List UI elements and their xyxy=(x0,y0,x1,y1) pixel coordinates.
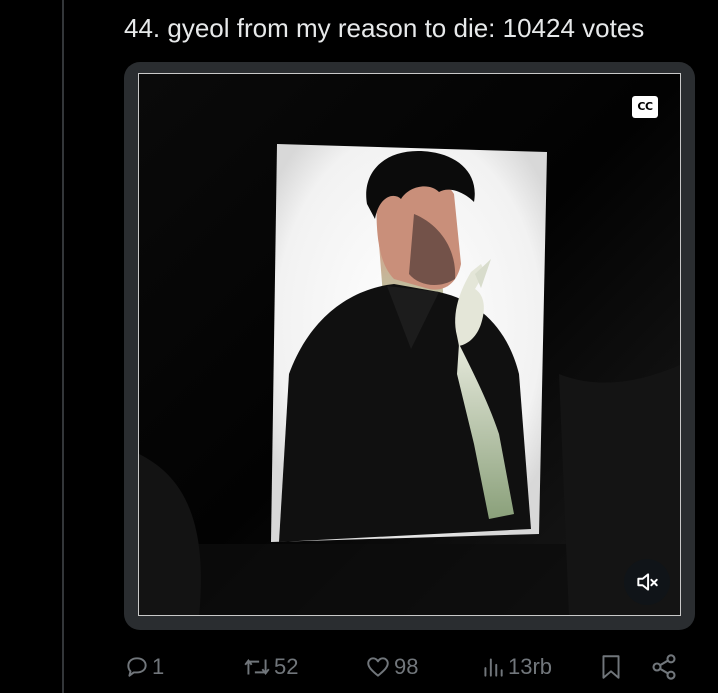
heart-icon xyxy=(367,657,389,677)
repost-icon xyxy=(244,658,270,676)
tweet-page: 44. gyeol from my reason to die: 10424 v… xyxy=(0,0,718,693)
media-card[interactable]: CC xyxy=(124,62,695,630)
captions-button[interactable]: CC xyxy=(632,96,658,118)
like-button[interactable]: 98 xyxy=(364,650,418,684)
mute-button[interactable] xyxy=(624,559,670,605)
reply-button[interactable]: 1 xyxy=(124,650,164,684)
video-player[interactable]: CC xyxy=(138,73,681,616)
share-button[interactable] xyxy=(650,650,678,684)
views-button[interactable]: 13rb xyxy=(480,650,552,684)
views-icon xyxy=(484,658,503,677)
share-icon xyxy=(652,654,676,680)
thread-line xyxy=(62,0,64,693)
tweet-text: 44. gyeol from my reason to die: 10424 v… xyxy=(124,13,645,43)
video-frame-image xyxy=(139,74,680,615)
volume-muted-icon xyxy=(637,573,658,591)
repost-button[interactable]: 52 xyxy=(242,650,298,684)
tweet-actions: 1 52 98 13rb xyxy=(124,650,684,684)
repost-count: 52 xyxy=(274,654,299,679)
bookmark-icon xyxy=(602,655,620,679)
reply-icon xyxy=(127,657,147,677)
like-count: 98 xyxy=(394,654,419,679)
reply-count: 1 xyxy=(152,654,165,679)
views-count: 13rb xyxy=(508,654,553,679)
bookmark-button[interactable] xyxy=(598,650,624,684)
